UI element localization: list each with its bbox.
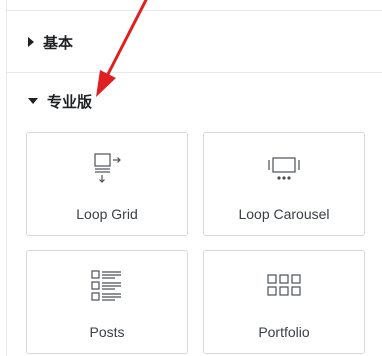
widgets-panel: 基本 专业版 Loop Grid Loop Carousel Posts Por…	[6, 0, 382, 356]
widget-loop-grid[interactable]: Loop Grid	[26, 132, 188, 236]
section-pro-title: 专业版	[47, 92, 93, 111]
widget-label: Posts	[89, 324, 125, 340]
caret-right-icon	[28, 37, 34, 47]
widget-label: Portfolio	[258, 324, 310, 340]
loop-grid-icon	[27, 151, 187, 187]
posts-icon	[27, 269, 187, 305]
section-basic-title: 基本	[43, 33, 74, 52]
widget-label: Loop Grid	[76, 206, 138, 222]
section-basic-header[interactable]: 基本	[7, 30, 382, 54]
widget-posts[interactable]: Posts	[26, 250, 188, 354]
widget-portfolio[interactable]: Portfolio	[203, 250, 365, 354]
widget-label: Loop Carousel	[238, 206, 330, 222]
divider	[7, 72, 382, 73]
caret-down-icon	[28, 98, 38, 104]
widget-loop-carousel[interactable]: Loop Carousel	[203, 132, 365, 236]
portfolio-icon	[204, 269, 364, 305]
section-pro-header[interactable]: 专业版	[7, 89, 382, 113]
divider	[7, 10, 382, 11]
loop-carousel-icon	[204, 151, 364, 187]
